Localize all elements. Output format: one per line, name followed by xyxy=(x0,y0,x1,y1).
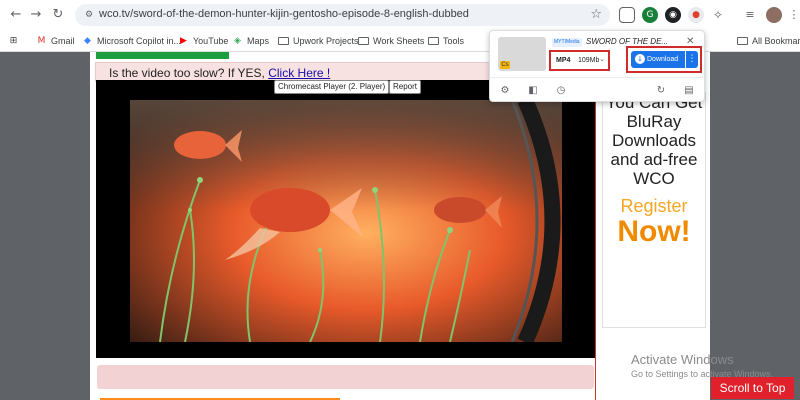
popup-divider xyxy=(490,77,704,78)
all-bookmarks-label: All Bookmarks xyxy=(752,36,800,46)
thumbnail-badge: Cs xyxy=(500,61,510,69)
chromecast-player-button[interactable]: Chromecast Player (2. Player) xyxy=(274,80,390,94)
browser-menu-icon[interactable]: ⋮ xyxy=(786,7,800,23)
folder-icon xyxy=(358,37,369,45)
apps-grid-icon[interactable]: ⊞ xyxy=(8,34,19,48)
slow-prompt: Is the video too slow? If YES, xyxy=(109,66,269,80)
folder-icon xyxy=(278,37,289,45)
tab-search-icon[interactable]: ≡ xyxy=(742,7,758,23)
circle-extension-icon[interactable]: ◉ xyxy=(665,7,681,23)
url-text[interactable]: wco.tv/sword-of-the-demon-hunter-kijin-g… xyxy=(99,8,469,20)
shield-extension-icon[interactable] xyxy=(619,7,635,23)
scroll-to-top-button[interactable]: Scroll to Top xyxy=(711,377,794,399)
site-info-icon[interactable]: ⚙ xyxy=(83,9,95,21)
downloader-extension-icon[interactable]: ● xyxy=(688,7,704,23)
settings-icon[interactable]: ⚙ xyxy=(498,84,512,98)
size-value: 109Mb xyxy=(578,57,600,64)
profile-avatar[interactable] xyxy=(766,7,782,23)
back-icon[interactable]: ← xyxy=(8,7,24,23)
bookmark-label: Work Sheets xyxy=(373,36,425,46)
format-select[interactable]: MP4 109Mb ⌄ xyxy=(549,50,610,71)
grammarly-extension-icon[interactable]: G xyxy=(642,7,658,23)
bookmark-tools[interactable]: Tools xyxy=(428,34,464,48)
chevron-down-icon: ⌄ xyxy=(599,55,605,63)
bookmark-label: YouTube xyxy=(193,36,229,46)
activate-windows-title: Activate Windows xyxy=(631,352,734,367)
bookmark-label: Microsoft Copilot in... xyxy=(97,36,182,46)
pink-strip xyxy=(97,365,594,389)
ad-text: You Can Get BluRay Downloads and ad-free… xyxy=(605,93,703,188)
maps-icon: ◈ xyxy=(234,35,241,46)
trash-icon[interactable]: ▤ xyxy=(682,84,696,98)
bookmark-label: Upwork Projects xyxy=(293,36,359,46)
downloader-popup: Cs MYTIMedia SWORD OF THE DE... ✕ MP4 10… xyxy=(489,30,705,102)
bookmark-gmail[interactable]: M Gmail xyxy=(36,34,75,48)
green-button[interactable] xyxy=(96,52,229,59)
format-value: MP4 xyxy=(556,57,571,64)
refresh-icon[interactable]: ↻ xyxy=(654,84,668,98)
page-content: Is the video too slow? If YES, Click Her… xyxy=(90,52,710,400)
bookmark-maps[interactable]: ◈ Maps xyxy=(232,34,269,48)
bookmark-label: Gmail xyxy=(51,36,75,46)
video-still xyxy=(130,100,562,342)
activate-windows-watermark: Activate Windows Go to Settings to activ… xyxy=(631,352,800,379)
sidebar-icon[interactable]: ◧ xyxy=(526,84,540,98)
bookmark-star-icon[interactable]: ☆ xyxy=(590,7,602,22)
download-label: Download xyxy=(647,56,679,63)
source-badge: MYTIMedia xyxy=(552,38,582,47)
video-player[interactable]: Chromecast Player (2. Player) Report xyxy=(96,80,595,358)
bookmark-label: Tools xyxy=(443,36,465,46)
ad-banner[interactable]: You Can Get BluRay Downloads and ad-free… xyxy=(602,92,706,328)
download-button[interactable]: ↓ Download xyxy=(631,51,685,68)
browser-toolbar: ← → ↻ ⚙ wco.tv/sword-of-the-demon-hunter… xyxy=(0,0,800,30)
bookmark-label: Maps xyxy=(247,36,270,46)
reload-icon[interactable]: ↻ xyxy=(50,7,66,23)
video-title: SWORD OF THE DE... xyxy=(586,37,669,46)
folder-icon xyxy=(737,37,748,45)
video-frame[interactable] xyxy=(130,100,562,342)
gmail-icon: M xyxy=(37,35,46,46)
divider-line xyxy=(595,82,596,400)
bookmark-youtube[interactable]: ▶ YouTube xyxy=(178,34,228,48)
all-bookmarks[interactable]: All Bookmarks xyxy=(737,34,800,48)
copilot-icon: ◆ xyxy=(84,35,91,46)
click-here-link[interactable]: Click Here ! xyxy=(268,66,330,80)
ad-now[interactable]: Now! xyxy=(603,215,705,249)
folder-icon xyxy=(428,37,439,45)
report-button[interactable]: Report xyxy=(389,80,422,94)
slow-video-text: Is the video too slow? If YES, Click Her… xyxy=(109,66,330,80)
bookmark-upwork[interactable]: Upwork Projects xyxy=(278,34,359,48)
download-options-button[interactable]: ⋮ xyxy=(686,51,698,68)
bookmark-copilot[interactable]: ◆ Microsoft Copilot in... xyxy=(82,34,181,48)
ad-register[interactable]: Register xyxy=(603,196,705,217)
history-icon[interactable]: ◷ xyxy=(554,84,568,98)
forward-icon[interactable]: → xyxy=(28,7,44,23)
address-bar[interactable]: ⚙ wco.tv/sword-of-the-demon-hunter-kijin… xyxy=(75,4,610,26)
extensions-puzzle-icon[interactable]: ✧ xyxy=(710,7,726,23)
download-highlight: ↓ Download ⋮ xyxy=(626,46,702,73)
download-icon: ↓ xyxy=(635,54,645,64)
youtube-icon: ▶ xyxy=(180,35,187,46)
bookmark-worksheets[interactable]: Work Sheets xyxy=(358,34,424,48)
